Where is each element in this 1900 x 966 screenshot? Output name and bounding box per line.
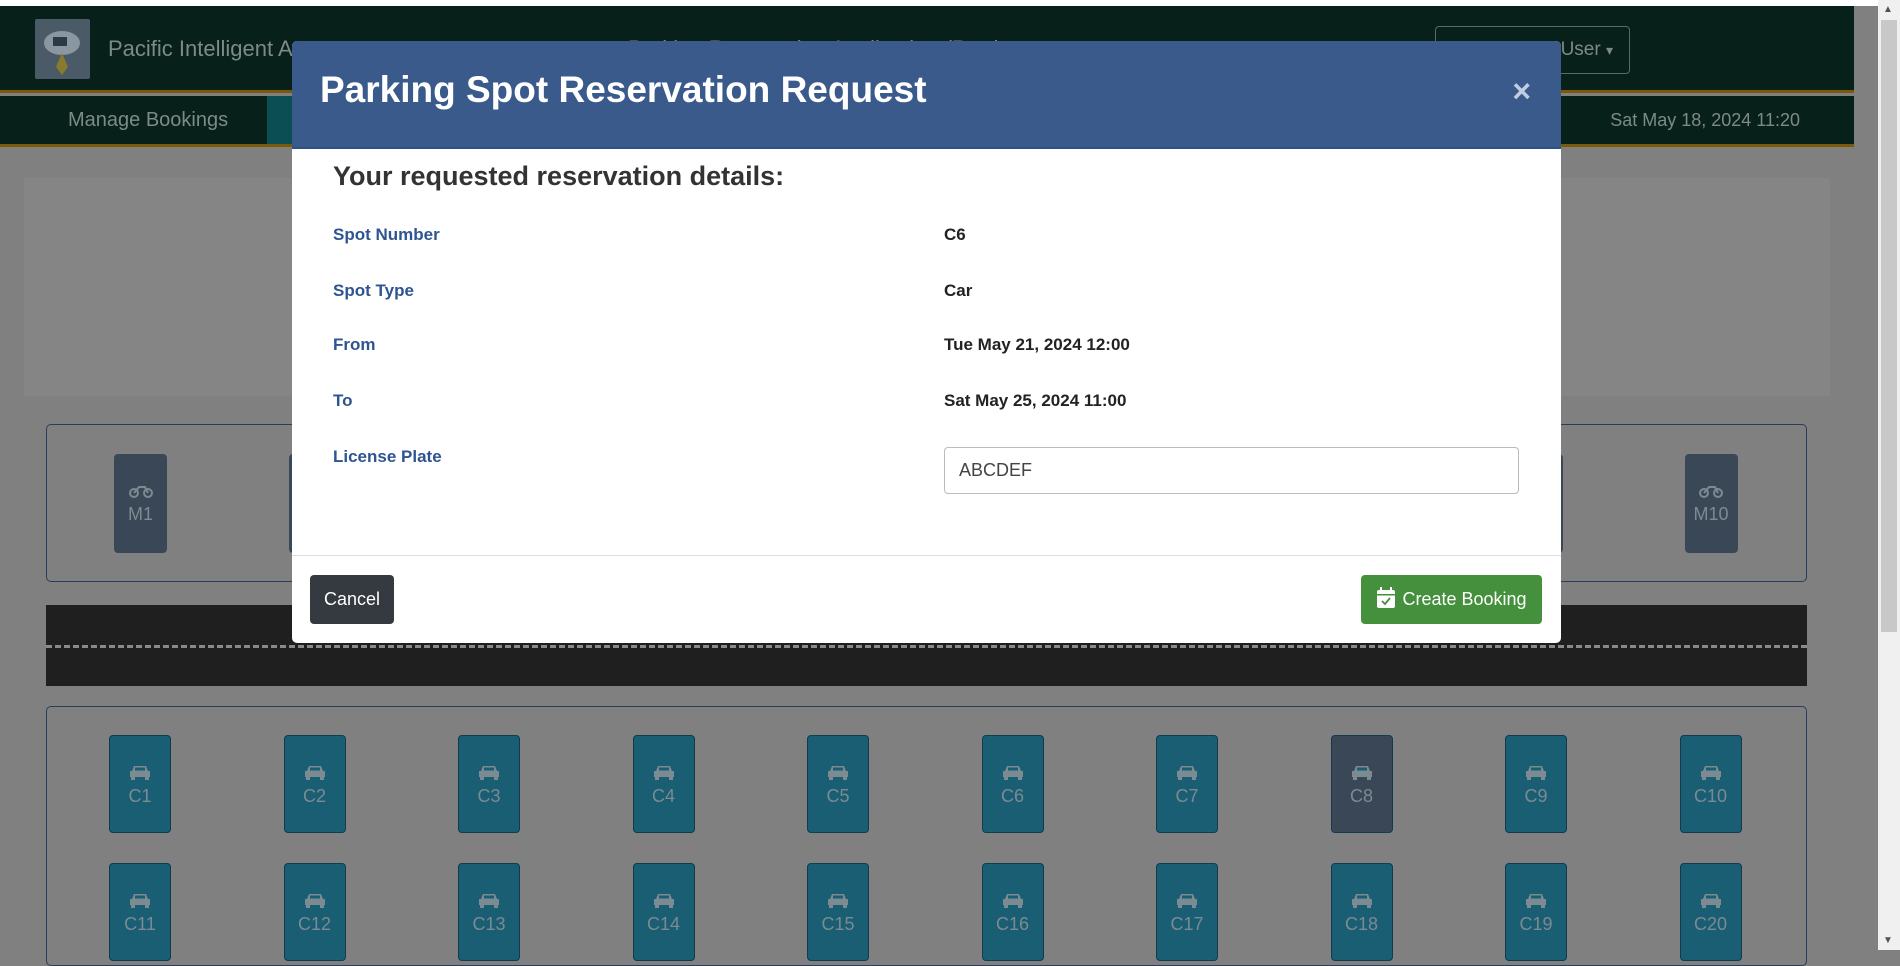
car-icon [304, 766, 325, 780]
car-icon [653, 894, 674, 908]
car-spot[interactable]: C4 [632, 735, 695, 833]
car-spot[interactable]: C14 [632, 863, 695, 961]
car-icon [1002, 766, 1023, 780]
user-label: User [1560, 39, 1601, 60]
spot-label: C13 [472, 914, 506, 934]
scroll-down-icon[interactable]: ▼ [1883, 935, 1893, 946]
car-spot[interactable]: C10 [1679, 735, 1742, 833]
spot-label: C12 [297, 914, 332, 934]
car-icon [1177, 766, 1197, 780]
license-plate-label: License Plate [333, 447, 442, 466]
spot-label: C1 [128, 786, 152, 806]
lane-divider [46, 645, 1807, 648]
spot-label: C5 [826, 786, 850, 806]
car-spot[interactable]: C17 [1156, 863, 1218, 961]
car-spot[interactable]: C3 [458, 735, 520, 833]
car-icon [828, 766, 848, 780]
spot-label: C19 [1519, 914, 1553, 934]
spot-label: C9 [1524, 786, 1548, 806]
car-spot[interactable]: C7 [1156, 735, 1218, 833]
car-icon [304, 894, 325, 908]
spot-label: C8 [1349, 786, 1373, 806]
car-spot[interactable]: C18 [1330, 863, 1393, 961]
cancel-button[interactable]: Cancel [310, 575, 394, 624]
car-lot: C1 C2 C3 C4 C5 C6 C7 C8 C9 C10 C11 C12 C13 C14 C15 C16 C… [46, 706, 1807, 966]
spot-label: C14 [646, 914, 681, 934]
spot-label: C6 [1000, 786, 1024, 806]
scroll-thumb[interactable] [1881, 20, 1897, 632]
chevron-down-icon: ▾ [1605, 42, 1613, 58]
spot-type-label: Spot Type [333, 281, 414, 300]
car-icon [130, 766, 150, 780]
car-icon [828, 894, 848, 908]
nav-manage-bookings[interactable]: Manage Bookings [68, 96, 228, 144]
brand-name: Pacific Intelligent A [108, 36, 293, 61]
car-icon [1526, 894, 1546, 908]
motorcycle-icon [128, 486, 153, 498]
spot-label: M1 [127, 504, 153, 524]
spot-label: C10 [1693, 786, 1728, 806]
car-icon [130, 894, 150, 908]
spot-label: C11 [124, 914, 156, 934]
car-icon [1351, 766, 1372, 780]
car-spot[interactable]: C13 [458, 863, 520, 961]
car-spot[interactable]: C15 [807, 863, 869, 961]
calendar-check-icon [1377, 587, 1396, 608]
spot-label: C7 [1175, 786, 1199, 806]
car-spot[interactable]: C2 [283, 735, 346, 833]
spot-type-value: Car [944, 281, 973, 300]
car-spot[interactable]: C5 [807, 735, 869, 833]
page-scrollbar[interactable]: ▲ ▼ [1878, 0, 1900, 950]
car-icon [653, 766, 674, 780]
footer-divider [292, 555, 1561, 556]
car-spot[interactable]: C19 [1505, 863, 1567, 961]
car-icon [1002, 894, 1023, 908]
car-icon [1700, 894, 1721, 908]
modal-header: Parking Spot Reservation Request × [292, 41, 1561, 149]
motorcycle-icon [1699, 486, 1723, 498]
moto-spot[interactable]: M1 [114, 454, 167, 553]
spot-label: C15 [821, 914, 855, 934]
moto-spot[interactable]: M10 [1684, 454, 1738, 553]
car-icon [1700, 766, 1721, 780]
spot-label: C4 [651, 786, 675, 806]
spot-label: C16 [995, 914, 1030, 934]
spot-label: C17 [1170, 914, 1204, 934]
to-label: To [333, 391, 353, 410]
car-icon [1351, 894, 1372, 908]
car-spot[interactable]: C1 [109, 735, 171, 833]
current-datetime: Sat May 18, 2024 11:20 [1610, 110, 1800, 130]
car-icon [479, 766, 499, 780]
car-spot[interactable]: C11 [109, 863, 171, 961]
car-icon [479, 894, 499, 908]
spot-label: C2 [302, 786, 326, 806]
to-value: Sat May 25, 2024 11:00 [944, 391, 1127, 410]
from-value: Tue May 21, 2024 12:00 [944, 335, 1130, 354]
car-spot[interactable]: C20 [1679, 863, 1742, 961]
company-logo [35, 19, 90, 79]
spot-label: C3 [477, 786, 501, 806]
car-spot[interactable]: C6 [981, 735, 1044, 833]
car-spot[interactable]: C9 [1505, 735, 1567, 833]
scroll-up-icon[interactable]: ▲ [1883, 4, 1893, 15]
car-icon [1177, 894, 1197, 908]
create-booking-button[interactable]: Create Booking [1361, 575, 1542, 624]
car-spot[interactable]: C8 [1330, 735, 1393, 833]
from-label: From [333, 335, 376, 354]
spot-number-value: C6 [944, 225, 966, 244]
close-icon[interactable]: × [1512, 73, 1531, 110]
modal-title: Parking Spot Reservation Request [320, 69, 927, 110]
spot-number-label: Spot Number [333, 225, 440, 244]
reservation-modal: Parking Spot Reservation Request × Your … [292, 41, 1561, 643]
spot-label: C20 [1693, 914, 1728, 934]
details-heading: Your requested reservation details: [333, 161, 785, 191]
create-booking-label: Create Booking [1402, 589, 1527, 609]
spot-label: M10 [1693, 504, 1729, 524]
car-spot[interactable]: C16 [981, 863, 1044, 961]
car-spot[interactable]: C12 [283, 863, 346, 961]
spot-label: C18 [1344, 914, 1379, 934]
license-plate-input[interactable] [944, 447, 1519, 494]
car-icon [1526, 766, 1546, 780]
